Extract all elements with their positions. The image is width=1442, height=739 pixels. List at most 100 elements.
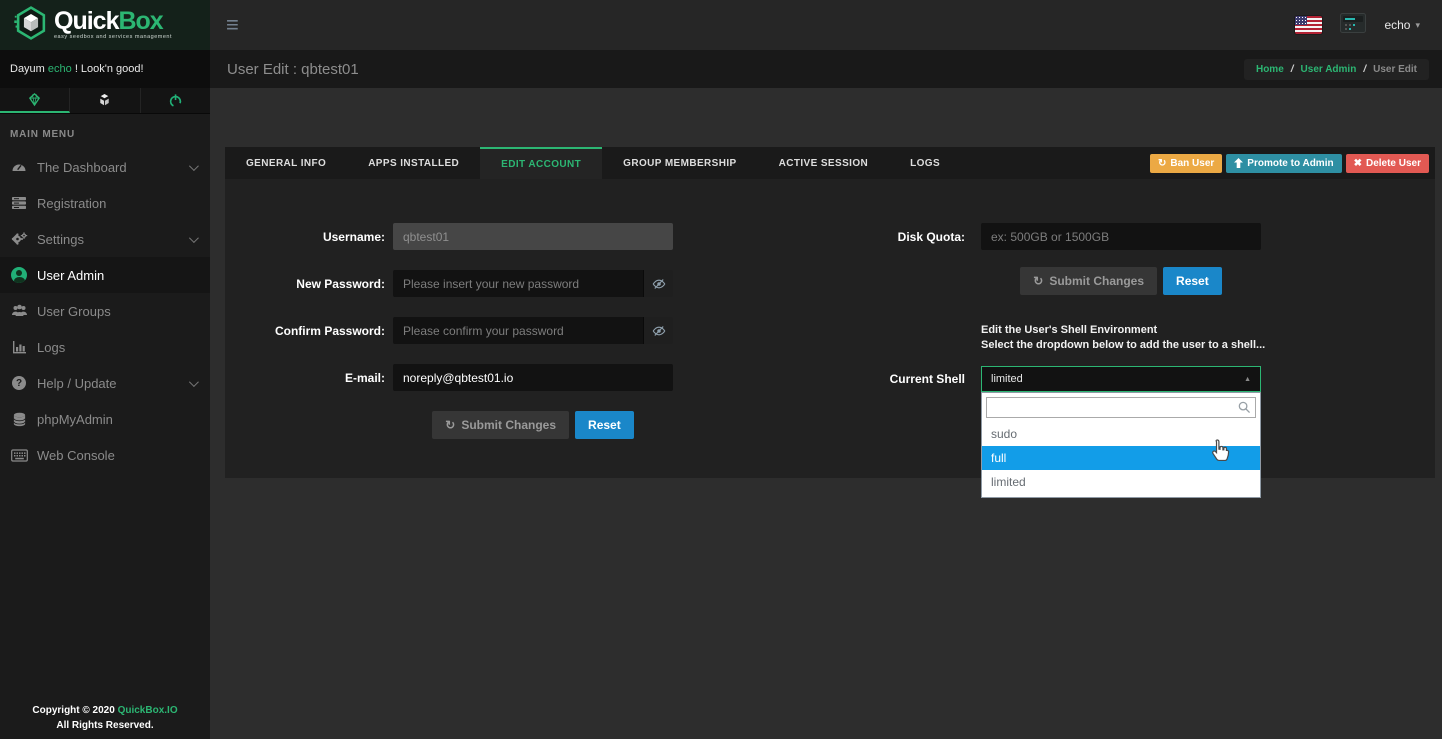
hamburger-menu-icon[interactable]: ≡ [226, 14, 239, 36]
ban-user-button[interactable]: ↻ Ban User [1149, 153, 1223, 173]
disk-quota-field[interactable] [981, 223, 1261, 250]
current-shell-label: Current Shell [889, 372, 965, 386]
reset-button[interactable]: Reset [1163, 267, 1222, 295]
shell-help-text: Edit the User's Shell Environment Select… [981, 324, 1266, 351]
sidebar-footer: Copyright © 2020 QuickBox.IO All Rights … [0, 703, 210, 733]
submit-changes-button[interactable]: ↻ Submit Changes [432, 411, 570, 439]
promote-to-admin-button[interactable]: Promote to Admin [1226, 153, 1342, 173]
sidebar-tab-power[interactable] [141, 88, 210, 113]
username-field[interactable] [393, 223, 673, 250]
sidebar-item-phpmyadmin[interactable]: phpMyAdmin [0, 401, 210, 437]
brand-name: QuickBox easy seedbox and services manag… [54, 9, 172, 41]
sidebar-item-registration[interactable]: Registration [0, 185, 210, 221]
sidebar-item-label: phpMyAdmin [37, 411, 113, 427]
chevron-down-icon [188, 232, 199, 243]
delete-user-button[interactable]: ✖ Delete User [1345, 153, 1429, 173]
shell-select: limited ▲ sudo full limited [981, 366, 1261, 498]
refresh-icon: ↻ [1157, 157, 1167, 169]
question-circle-icon: ? [10, 376, 28, 390]
sidebar-item-dashboard[interactable]: The Dashboard [0, 149, 210, 185]
sidebar-item-web-console[interactable]: Web Console [0, 437, 210, 473]
chevron-down-icon [188, 376, 199, 387]
current-shell-row: Current Shell limited ▲ sudo full limite… [870, 366, 1442, 498]
confirm-password-field[interactable] [393, 317, 643, 344]
breadcrumb-user-admin[interactable]: User Admin [1301, 64, 1357, 75]
sidebar-item-user-admin[interactable]: User Admin [0, 257, 210, 293]
sidebar-item-label: Settings [37, 231, 84, 247]
top-bar-right: echo ▾ [1295, 12, 1420, 38]
search-icon [1237, 400, 1252, 420]
caret-up-icon: ▲ [1244, 375, 1251, 383]
shell-select-trigger[interactable]: limited ▲ [981, 366, 1261, 392]
brand-logo[interactable]: QuickBox easy seedbox and services manag… [0, 0, 210, 50]
toggle-password-visibility-button[interactable] [643, 317, 673, 344]
reset-button[interactable]: Reset [575, 411, 634, 439]
breadcrumb-home[interactable]: Home [1256, 64, 1284, 75]
greeting-username: echo [47, 63, 72, 75]
tab-general-info[interactable]: GENERAL INFO [225, 147, 347, 179]
sidebar-greeting: Dayum echo ! Look'n good! [0, 50, 210, 88]
email-field[interactable] [393, 364, 673, 391]
sidebar-tab-apps[interactable] [70, 88, 141, 113]
quickbox-io-link[interactable]: QuickBox.IO [118, 705, 178, 716]
chevron-down-icon: ▾ [1415, 19, 1420, 30]
shell-dropdown: sudo full limited [981, 392, 1261, 498]
chevron-down-icon [188, 160, 199, 171]
shell-search-input[interactable] [986, 397, 1256, 418]
account-column: Username: New Password: [225, 223, 785, 439]
top-bar-main: ≡ echo ▾ [210, 0, 1442, 50]
email-label: E-mail: [344, 370, 385, 385]
quota-shell-column: Disk Quota: ↻ Submit Changes Reset Edit … [870, 223, 1442, 498]
sidebar-tab-main[interactable] [0, 88, 71, 113]
new-password-field[interactable] [393, 270, 643, 297]
submit-changes-button[interactable]: ↻ Submit Changes [1020, 267, 1158, 295]
user-edit-panel: GENERAL INFO APPS INSTALLED EDIT ACCOUNT… [225, 147, 1435, 498]
sidebar-item-label: Logs [37, 339, 66, 355]
user-admin-icon [10, 267, 28, 283]
tab-active-session[interactable]: ACTIVE SESSION [758, 147, 890, 179]
shell-option-full[interactable]: full [982, 446, 1260, 470]
sidebar-item-user-groups[interactable]: User Groups [0, 293, 210, 329]
breadcrumb-separator: / [1363, 63, 1367, 75]
user-account-label: echo [1384, 18, 1411, 32]
sidebar-item-label: The Dashboard [37, 159, 127, 175]
bar-chart-icon [10, 340, 28, 354]
user-action-buttons: ↻ Ban User Promote to Admin ✖ Delete Use… [1149, 147, 1429, 179]
language-flag-icon[interactable] [1295, 16, 1323, 34]
arrow-up-icon [1234, 158, 1244, 168]
page-title: User Edit : qbtest01 [227, 60, 359, 78]
rights-reserved: All Rights Reserved. [56, 720, 154, 731]
brand-box: Box [118, 7, 163, 36]
server-list-icon [10, 196, 28, 210]
main-menu-label: MAIN MENU [10, 129, 75, 140]
eye-slash-icon [652, 325, 665, 336]
tab-group-membership[interactable]: GROUP MEMBERSHIP [602, 147, 757, 179]
toggle-password-visibility-button[interactable] [643, 270, 673, 297]
sidebar-item-logs[interactable]: Logs [0, 329, 210, 365]
tab-logs[interactable]: LOGS [889, 147, 961, 179]
power-icon [169, 94, 182, 108]
sidebar-item-label: Web Console [37, 447, 115, 463]
quota-form-buttons: ↻ Submit Changes Reset [981, 267, 1261, 295]
tab-edit-account[interactable]: EDIT ACCOUNT [480, 147, 603, 179]
eye-slash-icon [652, 278, 665, 289]
sidebar-item-label: Registration [37, 195, 107, 211]
sidebar-item-label: User Admin [37, 267, 105, 283]
main-content: GENERAL INFO APPS INSTALLED EDIT ACCOUNT… [210, 88, 1442, 739]
user-groups-icon [10, 304, 28, 318]
tab-apps-installed[interactable]: APPS INSTALLED [347, 147, 480, 179]
brand-quick: Quick [54, 7, 119, 36]
sidebar-item-settings[interactable]: Settings [0, 221, 210, 257]
user-account-menu[interactable]: echo ▾ [1384, 18, 1420, 32]
shell-option-sudo[interactable]: sudo [982, 422, 1260, 446]
refresh-icon: ↻ [445, 418, 456, 432]
sidebar-item-help-update[interactable]: ? Help / Update [0, 365, 210, 401]
sidebar-item-label: Help / Update [37, 375, 117, 391]
database-icon [10, 412, 28, 427]
refresh-icon: ↻ [1033, 274, 1044, 288]
edit-account-form: Username: New Password: [225, 179, 1435, 498]
gears-icon [10, 231, 28, 247]
username-label: Username: [322, 229, 385, 244]
server-status-icon[interactable] [1340, 12, 1367, 38]
shell-option-limited[interactable]: limited [982, 470, 1260, 494]
